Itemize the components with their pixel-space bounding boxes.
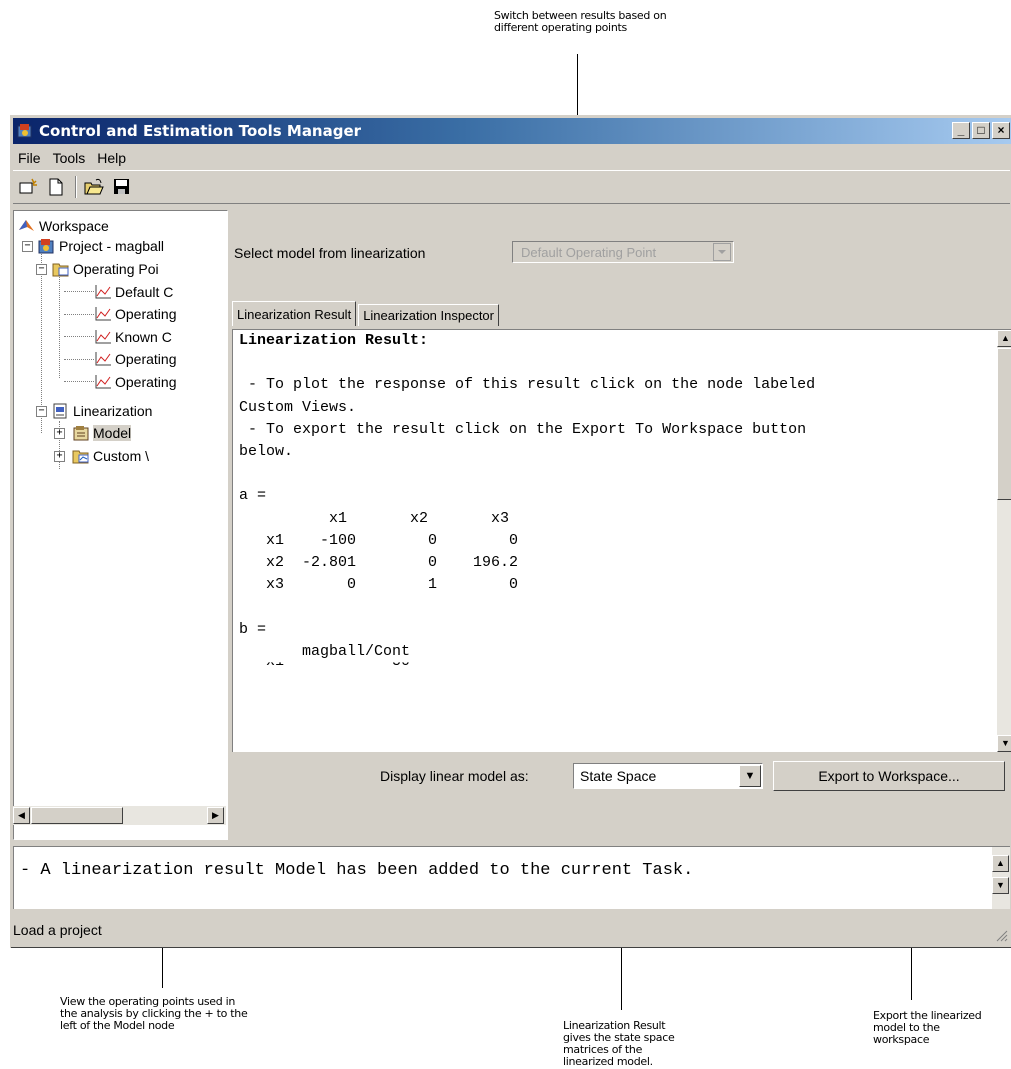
tree-label: Linearization [73,403,153,419]
scroll-left-icon[interactable]: ◀ [13,807,30,824]
new-project-icon[interactable] [17,177,39,197]
tree-item-model[interactable]: Model [72,423,132,443]
tab-linearization-result[interactable]: Linearization Result [232,301,357,326]
tree-connector [64,314,94,315]
window-title: Control and Estimation Tools Manager [39,122,362,140]
tree-item-op[interactable]: Default C [94,282,173,302]
result-vertical-scrollbar[interactable]: ▲ ▼ [997,330,1011,752]
log-pane[interactable]: - A linearization result Model has been … [13,846,1010,909]
save-icon[interactable] [111,177,133,197]
maximize-button[interactable]: □ [972,122,990,139]
display-model-label: Display linear model as: [380,768,529,784]
tree-item-op[interactable]: Operating [94,349,176,369]
tree-connector [64,381,94,382]
scroll-thumb[interactable] [997,348,1011,500]
menu-bar: File Tools Help [13,146,133,168]
tree-label: Operating [115,306,177,322]
tab-linearization-inspector[interactable]: Linearization Inspector [358,304,499,326]
collapse-toggle[interactable]: − [36,406,47,417]
new-task-icon[interactable] [45,177,67,197]
collapse-toggle[interactable]: − [36,264,47,275]
export-to-workspace-button[interactable]: Export to Workspace... [773,761,1005,791]
tree-label: Project - magball [59,238,165,254]
toolbar-separator [75,176,76,198]
tree-label: Model [93,425,132,441]
expand-toggle[interactable]: + [54,451,65,462]
plot-icon [95,375,111,389]
main-window: Control and Estimation Tools Manager _ □… [10,115,1011,948]
tree-label: Default C [115,284,174,300]
menu-help[interactable]: Help [92,146,133,168]
menu-file[interactable]: File [13,146,48,168]
expand-toggle[interactable]: + [54,428,65,439]
tree-item-op[interactable]: Operating [94,304,176,324]
tree-connector [64,359,94,360]
scroll-thumb[interactable] [31,807,123,824]
tree-connector [64,336,94,337]
tree-label: Operating [115,351,177,367]
callout-bottom-left: View the operating points used in the an… [60,995,248,1032]
callout-bottom-right: Export the linearized model to the works… [873,1009,982,1046]
scroll-up-icon[interactable]: ▲ [997,330,1011,347]
tree-label: Operating Poi [73,261,159,277]
task-panel: Select model from linearization Default … [230,210,1011,830]
tree-item-op[interactable]: Known C [94,327,172,347]
plot-icon [95,330,111,344]
project-icon [38,239,54,254]
menu-tools[interactable]: Tools [48,146,93,168]
custom-views-icon [72,450,89,464]
minimize-button[interactable]: _ [952,122,970,139]
scroll-right-icon[interactable]: ▶ [207,807,224,824]
operating-point-select[interactable]: Default Operating Point [512,241,734,263]
callout-bottom-mid: Linearization Result gives the state spa… [563,1019,675,1068]
display-options-row: Display linear model as: State Space ▼ E… [230,760,1011,791]
collapse-toggle[interactable]: − [22,241,33,252]
tree-horizontal-scrollbar[interactable]: ◀ ▶ [13,806,226,825]
chevron-down-icon[interactable]: ▼ [739,765,761,787]
close-button[interactable]: × [992,122,1010,139]
result-tabs: Linearization Result Linearization Inspe… [232,301,501,326]
status-bar: Load a project [13,918,1010,944]
tree-item-project[interactable]: Project - magball [38,236,164,256]
chevron-down-icon [713,243,731,261]
linearization-icon [53,403,67,419]
title-bar[interactable]: Control and Estimation Tools Manager _ □… [13,118,1011,144]
tree-item-custom-views[interactable]: Custom \ [72,446,149,466]
log-vertical-scrollbar[interactable]: ▲ ▼ [992,847,1010,909]
operating-point-select-value: Default Operating Point [521,245,657,260]
tree-item-op[interactable]: Operating [94,372,176,392]
scroll-down-icon[interactable]: ▼ [997,735,1011,752]
tree-item-linearization[interactable]: Linearization [52,401,152,421]
tree-item-operating-points[interactable]: Operating Poi [52,259,159,279]
open-icon[interactable] [83,177,105,197]
plot-icon [95,307,111,321]
tree-label: Custom \ [93,448,150,464]
project-tree: Workspace − Project - magball − Operatin… [13,210,228,840]
tree-connector [64,291,94,292]
select-model-label: Select model from linearization [234,245,426,261]
toolbar [13,170,1010,204]
display-model-select[interactable]: State Space ▼ [573,763,763,789]
scroll-down-icon[interactable]: ▼ [992,877,1009,894]
resize-grip-icon[interactable] [994,928,1008,942]
tree-label: Known C [115,329,172,345]
status-text: Load a project [13,922,102,938]
plot-icon [95,285,111,299]
model-icon [73,426,89,441]
tree-label: Operating [115,374,177,390]
tree-item-workspace[interactable]: Workspace [18,216,109,236]
app-icon [17,124,32,138]
display-model-value: State Space [580,768,657,784]
folder-icon [52,263,69,277]
log-message: - A linearization result Model has been … [20,861,694,880]
plot-icon [95,352,111,366]
callout-top: Switch between results based on differen… [494,9,667,34]
tree-connector [59,273,60,378]
linearization-result-pane[interactable]: Linearization Result: - To plot the resp… [232,329,1011,752]
matlab-icon [19,220,34,231]
scroll-up-icon[interactable]: ▲ [992,855,1009,872]
linearization-result-text: Linearization Result: - To plot the resp… [239,332,816,671]
tree-label: Workspace [39,218,109,234]
